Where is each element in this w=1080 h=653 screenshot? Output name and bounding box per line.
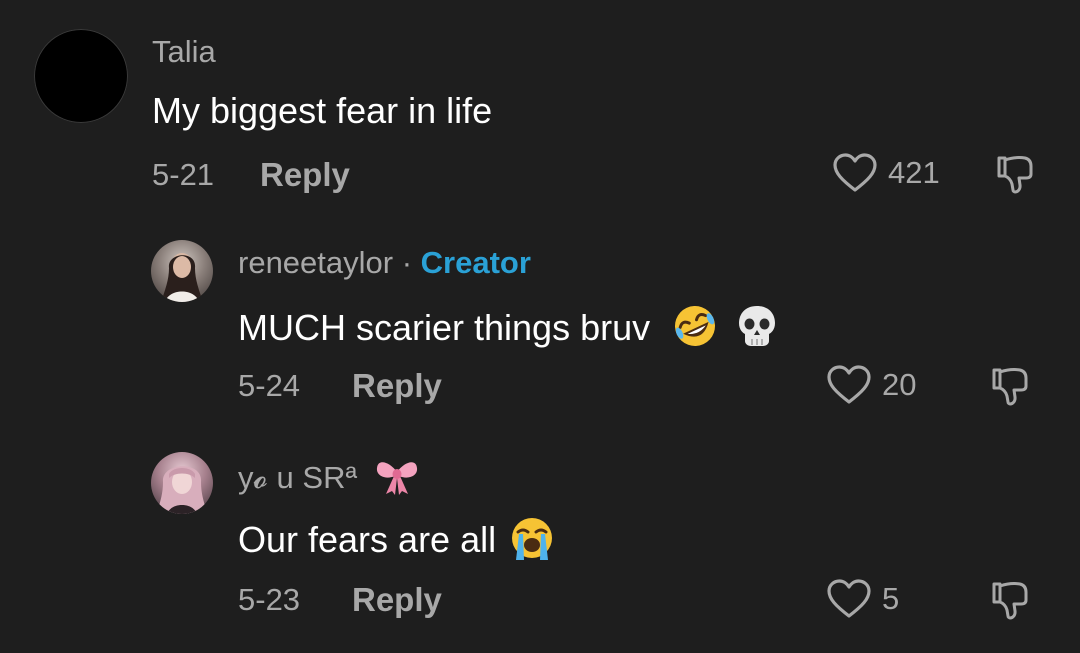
comment-date: 5-23 [238, 582, 301, 617]
heart-icon[interactable] [826, 578, 872, 620]
avatar[interactable] [151, 240, 213, 302]
rolling-on-floor-laughing-emoji [672, 303, 718, 358]
avatar-photo [161, 253, 203, 302]
heart-icon[interactable] [826, 364, 872, 406]
ribbon-emoji [374, 456, 420, 504]
avatar-photo [157, 466, 207, 514]
loudly-crying-face-emoji [508, 514, 556, 571]
skull-emoji [734, 303, 780, 358]
avatar[interactable] [151, 452, 213, 514]
comment-text: MUCH scarier things bruv [238, 303, 780, 358]
comment-username: y𝓸 u SRª [238, 456, 420, 504]
comment-text-content: MUCH scarier things bruv [238, 307, 651, 349]
comment-text: Our fears are all [238, 514, 556, 571]
reply-button[interactable]: Reply [260, 156, 350, 194]
creator-badge: Creator [420, 245, 531, 280]
username-text[interactable]: y𝓸 u SRª [238, 460, 357, 495]
like-count: 421 [888, 155, 940, 190]
avatar[interactable] [34, 29, 128, 123]
comment-text: My biggest fear in life [152, 90, 493, 131]
like-count: 20 [882, 367, 917, 402]
reply-button[interactable]: Reply [352, 367, 442, 405]
dislike-icon[interactable] [988, 578, 1032, 622]
heart-icon[interactable] [832, 152, 878, 194]
like-button[interactable]: 20 [826, 364, 916, 406]
comment-date: 5-24 [238, 368, 301, 403]
username-text[interactable]: reneetaylor [238, 245, 393, 280]
like-count: 5 [882, 581, 900, 616]
dislike-icon[interactable] [988, 364, 1032, 408]
comment-username: reneetaylor · Creator [238, 245, 531, 281]
comment-date: 5-21 [152, 157, 215, 192]
like-button[interactable]: 421 [832, 152, 940, 194]
reply-button[interactable]: Reply [352, 581, 442, 619]
like-button[interactable]: 5 [826, 578, 899, 620]
comment-text-content: Our fears are all [238, 519, 497, 561]
separator-dot: · [401, 245, 413, 280]
comment-username[interactable]: Talia [152, 34, 216, 70]
dislike-icon[interactable] [993, 152, 1037, 196]
